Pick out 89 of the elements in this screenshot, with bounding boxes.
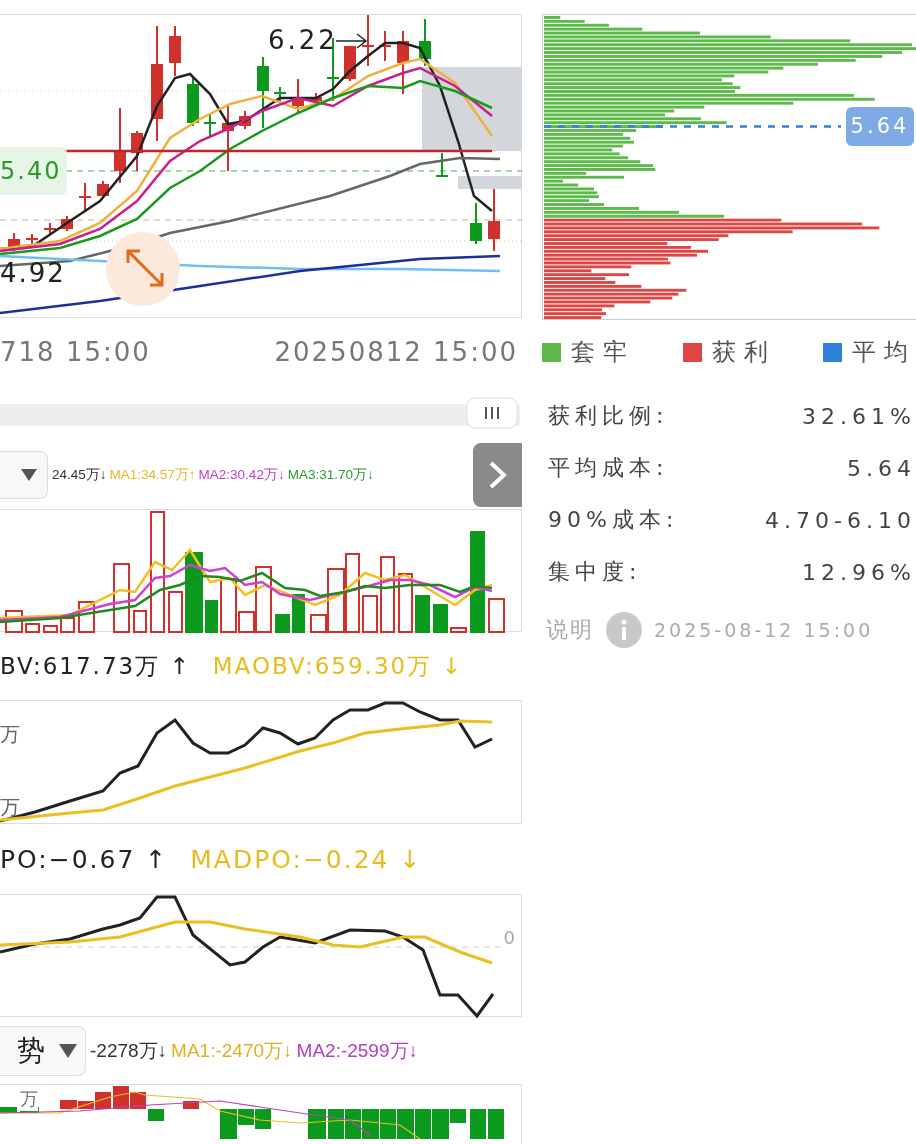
- candlestick: [204, 113, 216, 137]
- candlestick: [310, 92, 322, 104]
- low-price-label: 4.92: [0, 258, 66, 288]
- legend-label: 套牢: [571, 337, 635, 368]
- candlestick: [436, 152, 448, 178]
- candlestick: [222, 105, 234, 172]
- trend-bar: [362, 1109, 379, 1140]
- candlestick: [292, 78, 304, 114]
- indicator-reading: MA2:-2599万↓: [296, 1038, 418, 1063]
- candlestick: [379, 30, 391, 62]
- axis-label: 0: [503, 926, 515, 948]
- volume-bar: [60, 616, 75, 633]
- volume-bar: [433, 603, 448, 633]
- trend-bar: [148, 1109, 164, 1122]
- volume-bar: [450, 626, 467, 633]
- indicator-reading: MADPO:−0.24 ↓: [190, 844, 423, 874]
- trend-bar: [397, 1109, 414, 1140]
- candlestick: [26, 233, 38, 245]
- candlestick: [344, 45, 356, 82]
- resize-arrows-icon[interactable]: [126, 249, 164, 287]
- price-label: 5.40: [0, 147, 67, 195]
- trend-bar: [345, 1109, 361, 1140]
- indicator-reading: MA3:31.70万↓: [287, 465, 374, 484]
- axis-label: 718 15:00: [0, 337, 151, 368]
- stat-label: 90%成本:: [548, 506, 679, 534]
- trend-bar: [415, 1109, 431, 1140]
- indicator-reading: MA2:30.42万↓: [198, 465, 285, 484]
- indicator-reading: MAOBV:659.30万 ↓: [212, 651, 463, 681]
- arrow-icon: [335, 33, 368, 49]
- stat-value: 32.61%: [802, 403, 916, 429]
- candlestick: [239, 110, 251, 130]
- volume-bar: [168, 590, 183, 633]
- volume-bar: [488, 597, 505, 633]
- high-price-label: 6.22: [268, 25, 338, 55]
- volume-bar: [43, 624, 58, 633]
- indicator-dropdown[interactable]: [0, 450, 48, 499]
- candlestick: [169, 25, 181, 77]
- next-button[interactable]: [473, 442, 522, 507]
- indicator-reading: BV:617.73万 ↑: [0, 651, 191, 681]
- candlestick: [419, 18, 431, 67]
- timestamp: 2025-08-12 15:00: [654, 619, 874, 641]
- caret-icon: [59, 1043, 77, 1058]
- candlestick: [61, 215, 73, 232]
- trend-bar: [60, 1100, 77, 1110]
- grip-handle-icon[interactable]: [466, 397, 518, 430]
- volume-bar: [275, 613, 290, 633]
- trend-bar: [328, 1109, 344, 1140]
- candlestick: [131, 130, 143, 172]
- indicator-reading: 24.45万↓: [52, 465, 107, 484]
- candlestick: [470, 202, 482, 245]
- volume-bar: [362, 594, 378, 633]
- indicator-dropdown[interactable]: 势: [0, 1025, 86, 1076]
- volume-bar: [25, 622, 40, 633]
- indicator-reading: PO:−0.67 ↑: [0, 844, 169, 874]
- axis-label: 万: [0, 721, 20, 749]
- candlestick: [44, 222, 56, 236]
- volume-bar: [133, 609, 147, 633]
- scroll-track[interactable]: [0, 403, 520, 426]
- stat-value: 5.64: [847, 455, 916, 481]
- indicator-reading: MA1:-2470万↓: [171, 1038, 293, 1063]
- indicator-reading: MA1:34.57万↑: [109, 465, 196, 484]
- trend-bar: [183, 1101, 199, 1110]
- candlestick: [274, 86, 286, 102]
- trend-bar: [470, 1109, 486, 1140]
- stat-label: 平均成本:: [548, 454, 669, 482]
- average-cost-label: 5.64: [846, 107, 914, 146]
- trend-bar: [255, 1109, 271, 1130]
- volume-bar: [415, 594, 430, 633]
- trend-bar: [0, 1107, 17, 1114]
- volume-bar: [292, 593, 305, 633]
- caret-icon: [21, 468, 37, 481]
- trend-bar: [488, 1109, 504, 1140]
- candlestick: [397, 30, 409, 95]
- stat-label: 获利比例:: [548, 402, 669, 430]
- trend-bar: [308, 1109, 326, 1140]
- candlestick: [79, 182, 91, 212]
- candlestick: [187, 75, 199, 127]
- axis-label: 万: [0, 794, 20, 822]
- stat-label: 集中度:: [548, 558, 642, 586]
- candlestick: [488, 188, 500, 252]
- volume-bar: [205, 599, 218, 633]
- stat-value: 12.96%: [802, 559, 916, 585]
- legend-label: 获利: [711, 337, 776, 368]
- legend-label: 平均: [852, 337, 916, 368]
- indicator-reading: -2278万↓: [90, 1038, 168, 1063]
- trend-bar: [380, 1109, 396, 1140]
- candlestick: [362, 15, 374, 67]
- axis-label: 20250812 15:00: [274, 337, 518, 368]
- stat-value: 4.70-6.10: [765, 507, 916, 533]
